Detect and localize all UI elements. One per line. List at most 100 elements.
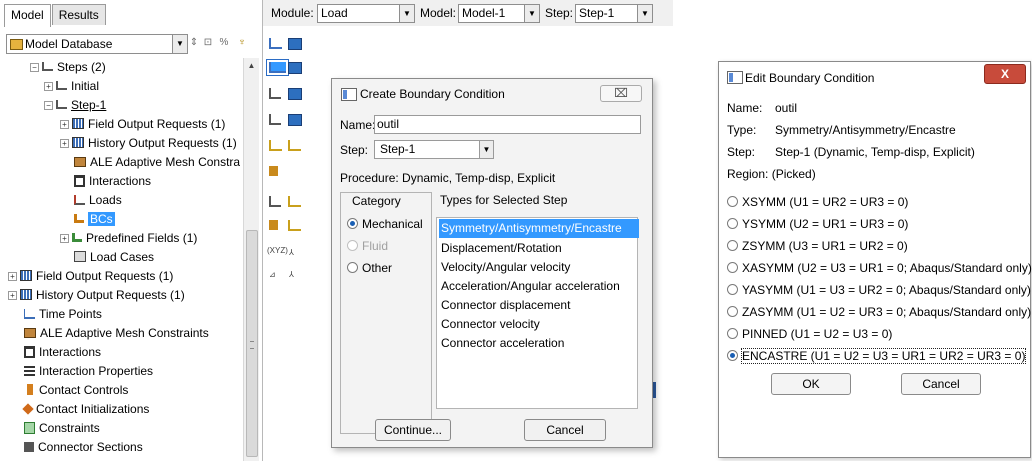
chevron-down-icon[interactable]: ▼: [524, 5, 539, 22]
predefined-field-manager-icon[interactable]: [288, 88, 302, 100]
continue-button[interactable]: Continue...: [375, 419, 451, 441]
cancel-button[interactable]: Cancel: [901, 373, 981, 395]
field-icon[interactable]: [269, 166, 278, 176]
expand-icon[interactable]: +: [60, 139, 69, 148]
expand-icon[interactable]: +: [8, 291, 17, 300]
radio-icon[interactable]: [727, 262, 738, 274]
types-list[interactable]: Symmetry/Antisymmetry/Encastre Displacem…: [436, 217, 639, 409]
partition-icon[interactable]: [269, 196, 281, 207]
expand-icon[interactable]: +: [8, 272, 17, 281]
list-item[interactable]: Acceleration/Angular acceleration: [439, 277, 637, 296]
option-zasymm[interactable]: ZASYMM (U1 = U2 = UR3 = 0; Abaqus/Standa…: [727, 305, 1031, 319]
radio-icon[interactable]: [727, 196, 738, 208]
wire-icon[interactable]: [269, 220, 278, 230]
tree-node-constraints[interactable]: Constraints: [24, 419, 100, 437]
tree-node-contact-initializations[interactable]: Contact Initializations: [22, 400, 149, 418]
name-input[interactable]: outil: [374, 115, 641, 134]
radio-icon[interactable]: [727, 306, 738, 318]
ok-button[interactable]: OK: [771, 373, 851, 395]
radio-icon[interactable]: [347, 262, 358, 274]
option-ysymm[interactable]: YSYMM (U2 = UR1 = UR3 = 0): [727, 217, 908, 231]
option-pinned[interactable]: PINNED (U1 = U2 = U3 = 0): [727, 327, 892, 341]
radio-icon[interactable]: [727, 328, 738, 340]
tree-node-predefined-fields[interactable]: + Predefined Fields (1): [60, 229, 197, 247]
load-case-manager-icon[interactable]: [288, 114, 302, 126]
filter-icon[interactable]: ⊡: [202, 36, 214, 50]
radio-icon[interactable]: [727, 218, 738, 230]
expand-icon[interactable]: +: [60, 120, 69, 129]
module-select[interactable]: Load ▼: [317, 4, 415, 23]
tree-node-load-cases[interactable]: Load Cases: [74, 248, 154, 266]
scroll-up-icon[interactable]: ▲: [244, 58, 259, 73]
chevron-down-icon[interactable]: ▼: [637, 5, 652, 22]
tree-scrollbar[interactable]: ▲: [243, 58, 259, 461]
datum-csys-icon[interactable]: ⅄: [289, 248, 305, 263]
radio-selected-icon[interactable]: [727, 350, 738, 362]
expand-icon[interactable]: +: [44, 82, 53, 91]
tree-node-loads[interactable]: Loads: [74, 191, 122, 209]
tree-node-bcs[interactable]: BCs: [74, 210, 115, 228]
special-bc-icon[interactable]: [288, 140, 301, 151]
tree-node-interaction-properties[interactable]: Interaction Properties: [24, 362, 153, 380]
datum-point-icon[interactable]: ⅄: [289, 270, 305, 285]
collapse-icon[interactable]: −: [44, 101, 53, 110]
list-item[interactable]: Connector acceleration: [439, 334, 637, 353]
load-manager-icon[interactable]: [288, 38, 302, 50]
feature-icon[interactable]: [288, 220, 301, 231]
model-select[interactable]: Model-1 ▼: [458, 4, 540, 23]
tab-results[interactable]: Results: [51, 4, 106, 25]
radio-icon[interactable]: [727, 240, 738, 252]
chevron-down-icon[interactable]: ▼: [399, 5, 414, 22]
bc-manager-icon[interactable]: [288, 62, 302, 74]
bulb-icon[interactable]: ♆: [236, 36, 248, 50]
step-select[interactable]: Step-1 ▼: [374, 140, 494, 159]
filter-toggle-icon[interactable]: %: [218, 36, 230, 50]
option-encastre[interactable]: ENCASTRE (U1 = U2 = U3 = UR1 = UR2 = UR3…: [727, 348, 1027, 364]
special-partition-icon[interactable]: [288, 196, 301, 207]
step-select[interactable]: Step-1 ▼: [575, 4, 653, 23]
list-item[interactable]: Velocity/Angular velocity: [439, 258, 637, 277]
expand-icon[interactable]: +: [60, 234, 69, 243]
tree-node-steps[interactable]: − Steps (2): [30, 58, 106, 76]
chevron-down-icon[interactable]: ▼: [172, 35, 187, 53]
tree-node-ale-adaptive[interactable]: ALE Adaptive Mesh Constrai: [74, 153, 240, 171]
sort-arrows-icon[interactable]: ⇕: [188, 36, 200, 50]
list-item[interactable]: Connector velocity: [439, 315, 637, 334]
tree-node-time-points[interactable]: Time Points: [24, 305, 102, 323]
datum-axis-icon[interactable]: ⊿: [269, 270, 285, 285]
scrollbar-thumb[interactable]: [246, 230, 258, 457]
list-item[interactable]: Symmetry/Antisymmetry/Encastre: [439, 219, 639, 238]
create-predefined-field-icon[interactable]: [269, 88, 281, 99]
tree-node-initial[interactable]: + Initial: [44, 77, 99, 95]
tree-node-interactions-step[interactable]: Interactions: [74, 172, 151, 190]
category-mechanical[interactable]: Mechanical: [347, 217, 423, 231]
close-button[interactable]: X: [984, 64, 1026, 84]
tab-model[interactable]: Model: [4, 4, 51, 27]
special-load-icon[interactable]: [269, 140, 282, 151]
cancel-button[interactable]: Cancel: [524, 419, 606, 441]
close-icon[interactable]: ⌧: [600, 85, 642, 102]
list-item[interactable]: Connector displacement: [439, 296, 637, 315]
collapse-icon[interactable]: −: [30, 63, 39, 72]
tree-node-contact-controls[interactable]: Contact Controls: [24, 381, 128, 399]
tree-node-step-1[interactable]: − Step-1: [44, 96, 106, 114]
category-other[interactable]: Other: [347, 261, 392, 275]
option-zsymm[interactable]: ZSYMM (U3 = UR1 = UR2 = 0): [727, 239, 908, 253]
tree-node-history-output-requests-model[interactable]: + History Output Requests (1): [8, 286, 185, 304]
tree-node-history-output-requests[interactable]: + History Output Requests (1): [60, 134, 237, 152]
radio-icon[interactable]: [727, 284, 738, 296]
create-load-icon[interactable]: [269, 38, 282, 49]
radio-selected-icon[interactable]: [347, 218, 358, 230]
tree-node-ale-adaptive-model[interactable]: ALE Adaptive Mesh Constraints: [24, 324, 209, 342]
option-xasymm[interactable]: XASYMM (U2 = U3 = UR1 = 0; Abaqus/Standa…: [727, 261, 1032, 275]
model-database-select[interactable]: Model Database ▼: [6, 34, 188, 54]
tree-node-connector-sections[interactable]: Connector Sections: [24, 438, 143, 456]
option-yasymm[interactable]: YASYMM (U1 = U3 = UR2 = 0; Abaqus/Standa…: [727, 283, 1031, 297]
option-xsymm[interactable]: XSYMM (U1 = UR2 = UR3 = 0): [727, 195, 908, 209]
create-load-case-icon[interactable]: [269, 114, 281, 125]
list-item[interactable]: Displacement/Rotation: [439, 239, 637, 258]
chevron-down-icon[interactable]: ▼: [479, 141, 493, 158]
tree-node-field-output-requests-model[interactable]: + Field Output Requests (1): [8, 267, 173, 285]
tree-node-field-output-requests[interactable]: + Field Output Requests (1): [60, 115, 225, 133]
create-bc-icon[interactable]: [266, 59, 289, 76]
